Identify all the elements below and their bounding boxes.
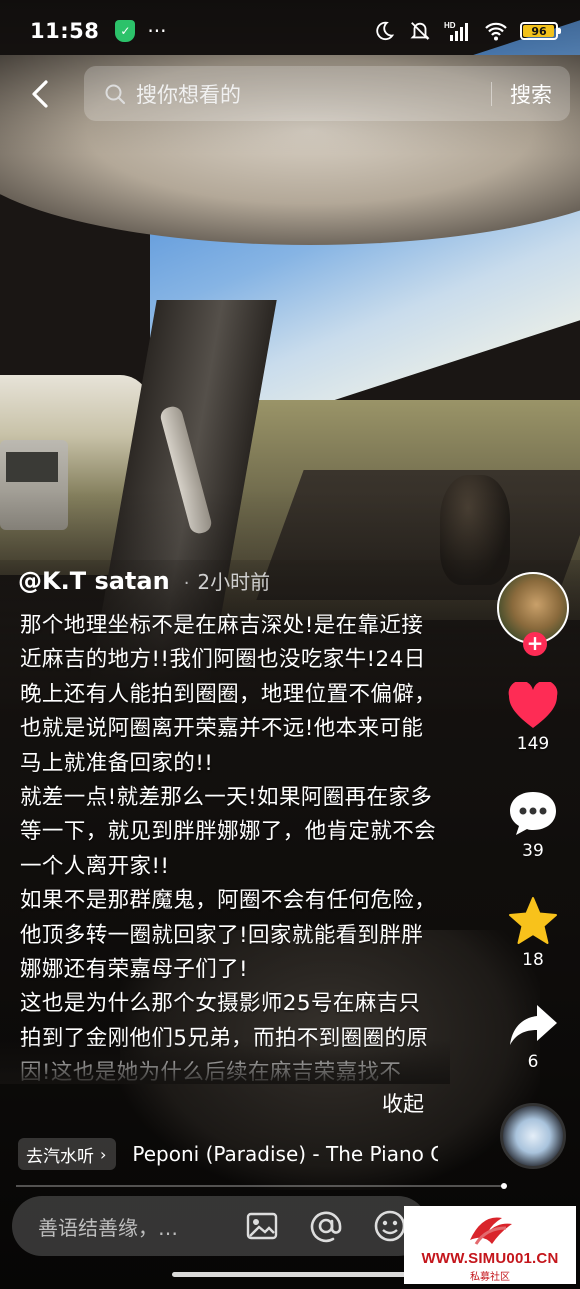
- comment-button[interactable]: 39: [497, 789, 569, 861]
- moon-icon: [376, 21, 395, 41]
- comment-input-bar[interactable]: 善语结善缘，…: [12, 1196, 428, 1256]
- comment-count: 39: [522, 841, 544, 861]
- song-title[interactable]: Peponi (Paradise) - The Piano G: [132, 1142, 438, 1166]
- favorite-count: 18: [522, 950, 544, 970]
- meta-separator: ·: [183, 573, 190, 594]
- share-arrow-icon: [510, 1005, 557, 1045]
- status-bar: 11:58 ✓ ··· HD 96: [0, 0, 580, 62]
- status-time: 11:58: [30, 19, 100, 43]
- music-row: 去汽水听 › Peponi (Paradise) - The Piano G: [18, 1138, 438, 1170]
- image-icon: [246, 1212, 278, 1240]
- like-button[interactable]: 149: [497, 682, 569, 754]
- caption-paragraph: 就差一点!就差那么一天!如果阿圈再在家多等一下，就见到胖胖娜娜了，他肯定就不会一…: [20, 785, 437, 879]
- music-disc[interactable]: [500, 1103, 566, 1169]
- search-button[interactable]: 搜索: [510, 79, 552, 109]
- shield-icon: ✓: [115, 20, 136, 42]
- heart-icon: [508, 682, 558, 728]
- search-icon: [105, 84, 126, 104]
- author-name[interactable]: @K.T satan: [18, 567, 170, 595]
- share-count: 6: [527, 1052, 539, 1072]
- battery-level: 96: [531, 24, 547, 38]
- favorite-button[interactable]: 18: [497, 896, 569, 970]
- more-dots-icon: ···: [147, 19, 167, 43]
- back-button[interactable]: [22, 74, 58, 114]
- share-button[interactable]: 6: [497, 1002, 569, 1072]
- search-bar[interactable]: 搜你想看的 搜索: [84, 66, 570, 121]
- post-caption[interactable]: 那个地理坐标不是在麻吉深处!是在靠近接近麻吉的地方!!我们阿圈也没吃家牛!24日…: [20, 609, 442, 1081]
- like-count: 149: [516, 734, 550, 754]
- comment-input[interactable]: 善语结善缘，…: [38, 1212, 216, 1241]
- svg-text:HD: HD: [444, 21, 456, 30]
- emoji-button[interactable]: [372, 1208, 408, 1244]
- image-button[interactable]: [244, 1208, 280, 1244]
- search-divider: [491, 81, 492, 106]
- caption-paragraph: 如果不是那群魔鬼，阿圈不会有任何危险，他顶多转一圈就回家了!回家就能看到胖胖娜娜…: [20, 888, 437, 983]
- emoji-icon: [374, 1210, 406, 1242]
- hd-signal-icon: HD: [444, 21, 468, 41]
- collapse-button[interactable]: 收起: [382, 1088, 424, 1118]
- battery-icon: 96: [520, 22, 561, 40]
- chevron-left-icon: [32, 80, 48, 108]
- watermark-subtitle: 私募社区: [470, 1272, 510, 1283]
- home-indicator[interactable]: [172, 1272, 408, 1277]
- comment-icon: [510, 792, 556, 835]
- star-icon: [509, 897, 557, 944]
- wifi-icon: [485, 22, 507, 41]
- watermark-url: WWW.SIMU001.CN: [421, 1250, 559, 1267]
- progress-knob[interactable]: [501, 1183, 507, 1189]
- listen-in-app-button[interactable]: 去汽水听 ›: [18, 1138, 117, 1170]
- caption-paragraph: 那个地理坐标不是在麻吉深处!是在靠近接近麻吉的地方!!我们阿圈也没吃家牛!24日…: [20, 613, 437, 776]
- watermark: WWW.SIMU001.CN 私募社区: [404, 1206, 576, 1284]
- chevron-right-icon: ›: [100, 1144, 107, 1164]
- follow-plus-icon[interactable]: +: [523, 632, 547, 656]
- watermark-logo-icon: [470, 1217, 512, 1245]
- video-progress-bar[interactable]: [16, 1183, 507, 1189]
- post-meta: @K.T satan · 2小时前: [18, 566, 270, 595]
- mute-icon: [410, 22, 430, 40]
- mention-button[interactable]: [308, 1208, 344, 1244]
- caption-fade: [0, 1040, 450, 1084]
- post-time: 2小时前: [197, 570, 271, 594]
- search-input[interactable]: 搜你想看的: [136, 79, 491, 109]
- listen-tag-label: 去汽水听: [26, 1146, 94, 1167]
- author-avatar[interactable]: +: [497, 572, 569, 656]
- at-icon: [310, 1211, 342, 1243]
